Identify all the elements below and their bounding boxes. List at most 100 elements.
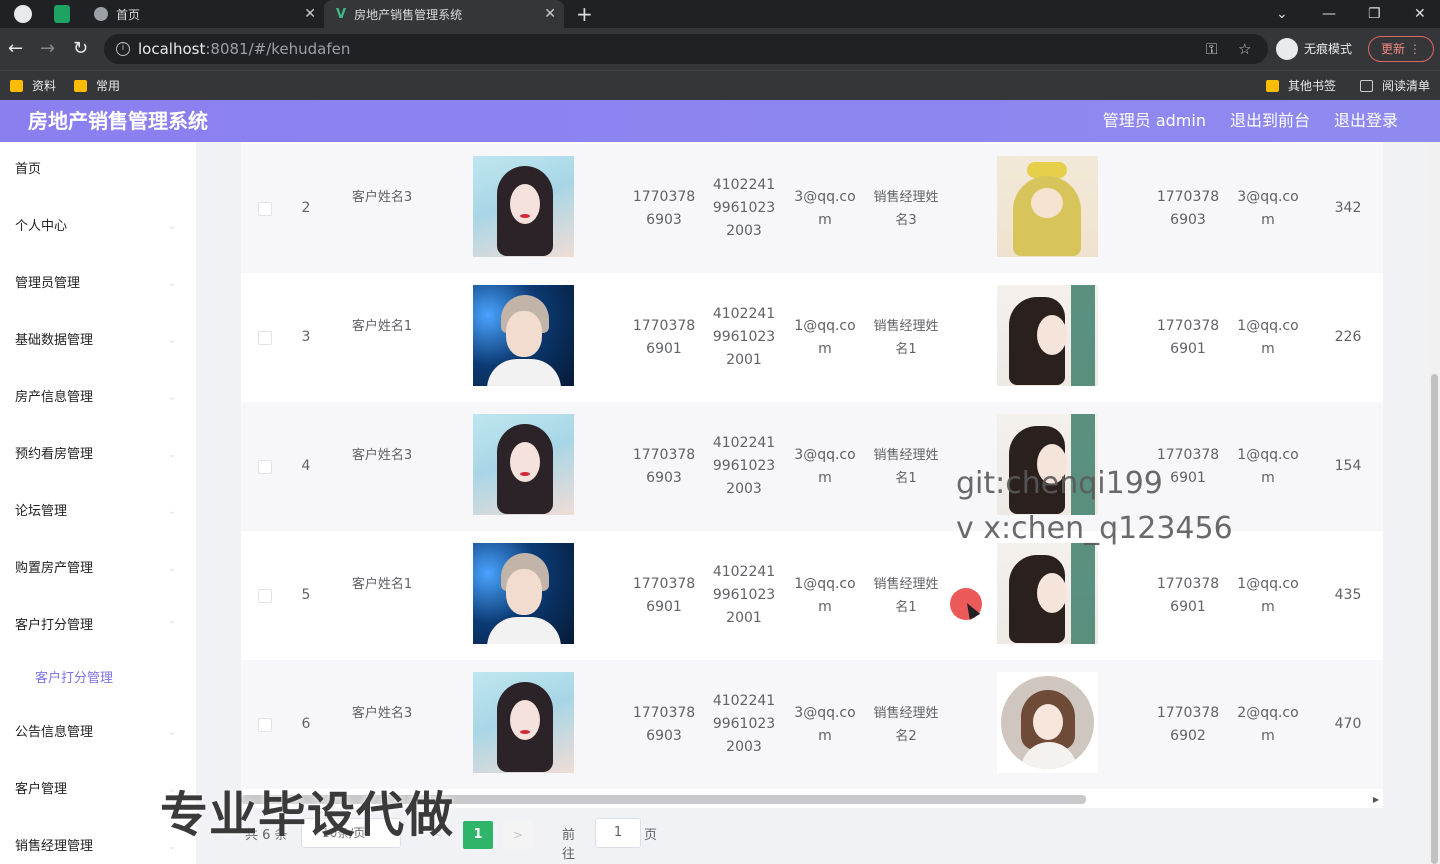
goto-page-input[interactable]: 1 <box>595 818 641 848</box>
bookmark-folder[interactable]: 其他书签 <box>1266 77 1336 95</box>
sidebar-item-label: 公告信息管理 <box>15 725 94 740</box>
update-button[interactable]: 更新 ⋮ <box>1368 36 1434 62</box>
new-tab-button[interactable]: + <box>576 0 593 28</box>
row-checkbox[interactable] <box>258 718 272 732</box>
manager-name: 销售经理姓名1 <box>873 448 939 486</box>
customer-id-number: 410224199610232003 <box>712 177 776 239</box>
bookmark-label: 阅读清单 <box>1382 79 1431 93</box>
to-front-link[interactable]: 退出到前台 <box>1230 109 1310 133</box>
folder-icon <box>74 80 87 92</box>
sidebar-item-label: 销售经理管理 <box>15 839 94 854</box>
sidebar-item-viewing[interactable]: 预约看房管理 ⌄ <box>0 427 196 483</box>
sidebar-subitem-label: 客户打分管理 <box>35 671 114 686</box>
chevron-down-icon: ⌄ <box>167 335 176 346</box>
sidebar-item-scoring[interactable]: 客户打分管理 ⌃ <box>0 598 196 654</box>
reading-list[interactable]: 阅读清单 <box>1360 77 1430 95</box>
vue-icon: V <box>336 6 347 22</box>
row-index: 2 <box>301 200 311 216</box>
customer-photo <box>473 285 574 386</box>
folder-icon <box>1266 80 1279 92</box>
reload-icon[interactable]: ↻ <box>73 38 88 60</box>
row-checkbox[interactable] <box>258 460 272 474</box>
close-tab-icon[interactable]: ✕ <box>304 6 316 22</box>
customer-photo <box>473 543 574 644</box>
sidebar-item-purchase[interactable]: 购置房产管理 ⌄ <box>0 541 196 597</box>
data-table: 2 客户姓名3 17703786903 410224199610232003 3@qq.… <box>241 142 1383 792</box>
chevron-down-icon: ⌄ <box>167 727 176 738</box>
incognito-indicator[interactable]: 无痕模式 <box>1276 35 1352 63</box>
manager-name: 销售经理姓名2 <box>873 706 939 744</box>
close-tab-icon[interactable]: ✕ <box>544 6 556 22</box>
logout-link[interactable]: 退出登录 <box>1334 109 1398 133</box>
back-icon[interactable]: ← <box>8 38 23 60</box>
row-checkbox[interactable] <box>258 331 272 345</box>
admin-label: 管理员 admin <box>1102 111 1206 130</box>
vertical-scrollbar[interactable] <box>1429 142 1440 864</box>
tab-app[interactable]: V 房地产销售管理系统 ✕ <box>324 0 564 28</box>
score: 154 <box>1334 458 1362 474</box>
tab-home-label: 首页 <box>116 7 141 22</box>
row-index: 4 <box>301 458 311 474</box>
sidebar-item-property[interactable]: 房产信息管理 ⌄ <box>0 370 196 426</box>
row-checkbox[interactable] <box>258 202 272 216</box>
incognito-icon <box>1276 38 1298 60</box>
tab-home[interactable]: 首页 ✕ <box>86 0 324 28</box>
sidebar-item-personal[interactable]: 个人中心 ⌄ <box>0 199 196 255</box>
customer-name: 客户姓名3 <box>351 190 413 205</box>
minimize-icon[interactable]: — <box>1322 0 1336 28</box>
customer-email: 3@qq.com <box>794 705 856 744</box>
incognito-label: 无痕模式 <box>1304 42 1353 56</box>
row-checkbox[interactable] <box>258 589 272 603</box>
tab-search-icon[interactable]: ⌄ <box>1276 0 1288 28</box>
next-page-button[interactable]: > <box>503 821 533 849</box>
score: 435 <box>1334 587 1362 603</box>
customer-email: 1@qq.com <box>794 318 856 357</box>
sidebar-item-home[interactable]: 首页 <box>0 142 196 198</box>
manager-name: 销售经理姓名1 <box>873 319 939 357</box>
scrollbar-thumb[interactable] <box>1431 374 1438 864</box>
row-index: 5 <box>301 587 311 603</box>
manager-email: 2@qq.com <box>1237 705 1299 744</box>
watermark-ad: 专业毕设代做 <box>160 787 455 843</box>
app-title: 房地产销售管理系统 <box>28 109 208 133</box>
star-icon[interactable]: ☆ <box>1238 34 1251 64</box>
scroll-right-icon[interactable]: ▶ <box>1373 792 1379 808</box>
sidebar-item-notices[interactable]: 公告信息管理 ⌄ <box>0 705 196 761</box>
forward-icon[interactable]: → <box>40 38 55 60</box>
update-label: 更新 <box>1381 42 1406 56</box>
customer-phone: 17703786901 <box>632 576 696 615</box>
page-number-button[interactable]: 1 <box>463 821 493 849</box>
customer-phone: 17703786903 <box>632 447 696 486</box>
manager-phone: 17703786903 <box>1156 189 1220 228</box>
customer-name: 客户姓名1 <box>351 577 413 592</box>
sidebar-subitem-scoring[interactable]: 客户打分管理 <box>0 654 196 704</box>
manager-email: 1@qq.com <box>1237 447 1299 486</box>
customer-name: 客户姓名3 <box>351 706 413 721</box>
sidebar-item-label: 预约看房管理 <box>15 447 94 462</box>
manager-name: 销售经理姓名3 <box>873 190 939 228</box>
folder-icon <box>10 80 23 92</box>
sidebar-item-forum[interactable]: 论坛管理 ⌄ <box>0 484 196 540</box>
browser-menu-icon[interactable] <box>14 5 32 23</box>
url-host: localhost <box>138 40 206 58</box>
customer-phone: 17703786903 <box>632 705 696 744</box>
main-content: 2 客户姓名3 17703786903 410224199610232003 3@qq.… <box>196 142 1440 864</box>
sidebar-item-basedata[interactable]: 基础数据管理 ⌄ <box>0 313 196 369</box>
sidebar-item-admins[interactable]: 管理员管理 ⌄ <box>0 256 196 312</box>
customer-id-number: 410224199610232001 <box>712 306 776 368</box>
app-icon[interactable] <box>54 5 70 23</box>
customer-email: 1@qq.com <box>794 576 856 615</box>
score: 470 <box>1334 716 1362 732</box>
customer-name: 客户姓名3 <box>351 448 413 463</box>
bookmark-folder[interactable]: 常用 <box>74 77 120 95</box>
goto-label: 前往 <box>562 828 576 862</box>
restore-icon[interactable]: ❐ <box>1368 0 1381 28</box>
address-bar[interactable]: i localhost:8081/#/kehudafen ⚿ ☆ <box>104 34 1268 64</box>
manager-photo <box>997 285 1098 386</box>
bookmark-folder[interactable]: 资料 <box>10 77 56 95</box>
score: 226 <box>1334 329 1362 345</box>
site-info-icon[interactable]: i <box>116 42 130 56</box>
customer-email: 3@qq.com <box>794 189 856 228</box>
close-window-icon[interactable]: ✕ <box>1414 0 1426 28</box>
key-icon[interactable]: ⚿ <box>1206 34 1217 64</box>
